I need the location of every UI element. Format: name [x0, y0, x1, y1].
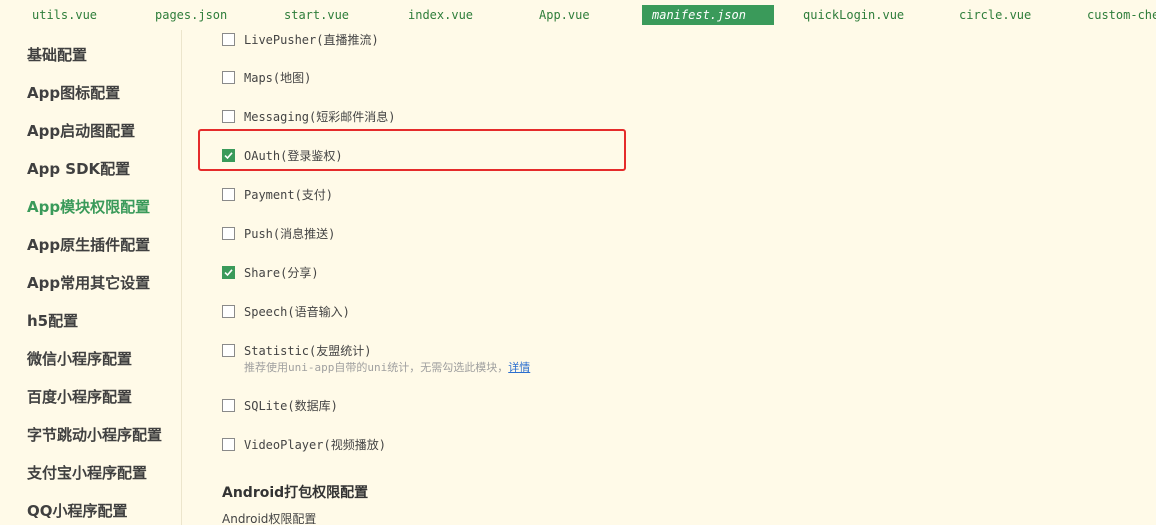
- sidebar-item-qq-miniprogram[interactable]: QQ小程序配置: [27, 501, 128, 521]
- module-label-statistic: Statistic(友盟统计): [244, 344, 372, 358]
- sidebar-item-basic-config[interactable]: 基础配置: [27, 45, 87, 65]
- module-label-oauth: OAuth(登录鉴权): [244, 149, 343, 163]
- sidebar-item-app-other-settings[interactable]: App常用其它设置: [27, 273, 150, 293]
- sidebar-item-h5-config[interactable]: h5配置: [27, 311, 78, 331]
- sidebar-item-alipay-miniprogram[interactable]: 支付宝小程序配置: [27, 463, 147, 483]
- module-checkbox-sqlite[interactable]: [222, 399, 235, 412]
- module-label-payment: Payment(支付): [244, 188, 334, 202]
- tab-utils-vue[interactable]: utils.vue: [32, 5, 97, 25]
- sidebar-item-app-icon-config[interactable]: App图标配置: [27, 83, 120, 103]
- checkmark-icon: [224, 269, 233, 277]
- statistic-hint: 推荐使用uni-app自带的uni统计，无需勾选此模块，详情: [244, 359, 530, 375]
- module-checkbox-push[interactable]: [222, 227, 235, 240]
- module-label-sqlite: SQLite(数据库): [244, 399, 338, 413]
- module-checkbox-livepusher[interactable]: [222, 33, 235, 46]
- module-permissions-panel: LivePusher(直播推流) Maps(地图) Messaging(短彩邮件…: [182, 30, 1156, 525]
- tab-index-vue[interactable]: index.vue: [408, 5, 473, 25]
- module-checkbox-statistic[interactable]: [222, 344, 235, 357]
- sidebar-item-toutiao-miniprogram[interactable]: 字节跳动小程序配置: [27, 425, 162, 445]
- tab-quicklogin-vue[interactable]: quickLogin.vue: [803, 5, 904, 25]
- module-label-share: Share(分享): [244, 266, 319, 280]
- editor-tab-bar: utils.vue pages.json start.vue index.vue…: [0, 0, 1156, 30]
- statistic-details-link[interactable]: 详情: [508, 361, 530, 374]
- module-checkbox-videoplayer[interactable]: [222, 438, 235, 451]
- sidebar-item-app-module-permissions[interactable]: App模块权限配置: [27, 197, 150, 217]
- module-checkbox-payment[interactable]: [222, 188, 235, 201]
- tab-app-vue[interactable]: App.vue: [539, 5, 590, 25]
- statistic-hint-text: 推荐使用uni-app自带的uni统计，无需勾选此模块，: [244, 361, 509, 374]
- sidebar-item-app-splash-config[interactable]: App启动图配置: [27, 121, 135, 141]
- tab-custom-che[interactable]: custom-che: [1087, 5, 1156, 25]
- module-checkbox-oauth[interactable]: [222, 149, 235, 162]
- sidebar-item-app-sdk-config[interactable]: App SDK配置: [27, 159, 130, 179]
- android-permissions-title: Android打包权限配置: [222, 485, 369, 501]
- tab-manifest-json[interactable]: manifest.json: [642, 5, 774, 25]
- sidebar-item-app-native-plugins[interactable]: App原生插件配置: [27, 235, 150, 255]
- tab-circle-vue[interactable]: circle.vue: [959, 5, 1031, 25]
- module-checkbox-speech[interactable]: [222, 305, 235, 318]
- sidebar-item-baidu-miniprogram[interactable]: 百度小程序配置: [27, 387, 132, 407]
- android-permissions-subtitle: Android权限配置: [222, 512, 317, 525]
- module-checkbox-share[interactable]: [222, 266, 235, 279]
- module-label-videoplayer: VideoPlayer(视频播放): [244, 438, 386, 452]
- module-checkbox-maps[interactable]: [222, 71, 235, 84]
- tab-start-vue[interactable]: start.vue: [284, 5, 349, 25]
- module-label-push: Push(消息推送): [244, 227, 336, 241]
- module-label-messaging: Messaging(短彩邮件消息): [244, 110, 396, 124]
- module-label-livepusher: LivePusher(直播推流): [244, 33, 379, 47]
- tab-pages-json[interactable]: pages.json: [155, 5, 227, 25]
- module-label-maps: Maps(地图): [244, 71, 312, 85]
- checkmark-icon: [224, 152, 233, 160]
- sidebar-item-weixin-miniprogram[interactable]: 微信小程序配置: [27, 349, 132, 369]
- config-sidebar: 基础配置 App图标配置 App启动图配置 App SDK配置 App模块权限配…: [0, 30, 182, 525]
- module-checkbox-messaging[interactable]: [222, 110, 235, 123]
- module-label-speech: Speech(语音输入): [244, 305, 350, 319]
